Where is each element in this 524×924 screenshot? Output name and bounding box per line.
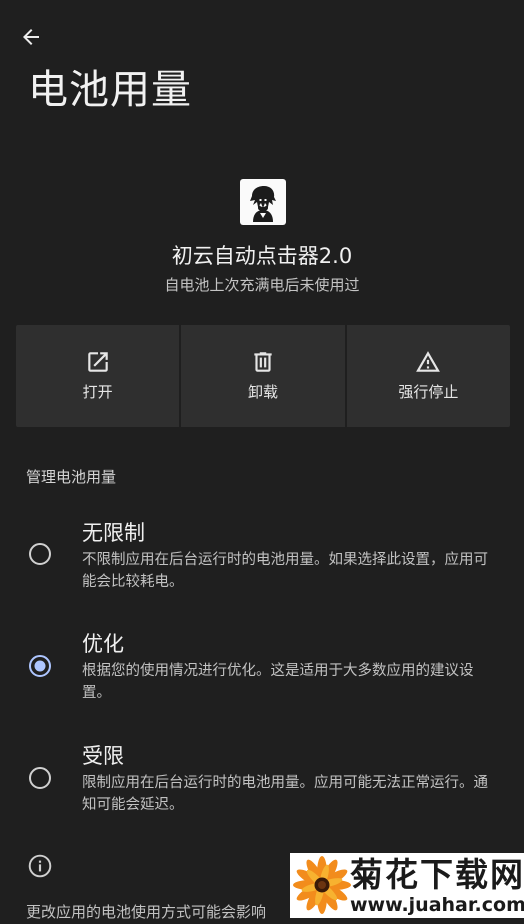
option-title: 无限制 bbox=[82, 521, 145, 545]
radio-unchecked-icon[interactable] bbox=[28, 542, 52, 566]
radio-checked-icon[interactable] bbox=[28, 654, 52, 678]
battery-change-note: 更改应用的电池使用方式可能会影响 bbox=[26, 903, 267, 921]
option-unrestricted[interactable]: 无限制 不限制应用在后台运行时的电池用量。如果选择此设置，应用可能会比较耗电。 bbox=[0, 518, 524, 594]
uninstall-label: 卸载 bbox=[247, 383, 278, 401]
app-actions: 打开 卸载 强行停止 bbox=[16, 325, 510, 427]
option-title: 优化 bbox=[82, 632, 124, 656]
back-button[interactable] bbox=[14, 20, 48, 54]
option-description: 不限制应用在后台运行时的电池用量。如果选择此设置，应用可能会比较耗电。 bbox=[82, 552, 488, 590]
option-description: 根据您的使用情况进行优化。这是适用于大多数应用的建议设置。 bbox=[82, 663, 474, 701]
force-stop-button[interactable]: 强行停止 bbox=[346, 325, 510, 427]
manage-battery-header: 管理电池用量 bbox=[26, 468, 117, 486]
watermark-url: www.juahar.com bbox=[350, 894, 524, 916]
info-icon bbox=[27, 853, 53, 879]
app-avatar-icon bbox=[240, 179, 286, 225]
radio-unchecked-icon[interactable] bbox=[28, 766, 52, 790]
app-name: 初云自动点击器2.0 bbox=[171, 244, 353, 268]
page-title: 电池用量 bbox=[28, 67, 192, 113]
open-external-icon bbox=[85, 349, 111, 375]
watermark: 菊花下载网 www.juahar.com bbox=[290, 853, 524, 918]
option-description: 限制应用在后台运行时的电池用量。应用可能无法正常运行。通知可能会延迟。 bbox=[82, 775, 488, 813]
option-optimized[interactable]: 优化 根据您的使用情况进行优化。这是适用于大多数应用的建议设置。 bbox=[0, 629, 524, 705]
option-title: 受限 bbox=[82, 744, 124, 768]
app-usage-summary: 自电池上次充满电后未使用过 bbox=[164, 276, 360, 294]
arrow-left-icon bbox=[23, 29, 39, 45]
flower-logo-icon bbox=[293, 856, 351, 914]
open-label: 打开 bbox=[82, 383, 113, 401]
uninstall-button[interactable]: 卸载 bbox=[181, 325, 345, 427]
warning-triangle-icon bbox=[415, 349, 441, 375]
force-stop-label: 强行停止 bbox=[398, 383, 459, 401]
watermark-title: 菊花下载网 bbox=[350, 855, 524, 894]
option-restricted[interactable]: 受限 限制应用在后台运行时的电池用量。应用可能无法正常运行。通知可能会延迟。 bbox=[0, 741, 524, 817]
trash-icon bbox=[250, 349, 276, 375]
open-button[interactable]: 打开 bbox=[16, 325, 180, 427]
